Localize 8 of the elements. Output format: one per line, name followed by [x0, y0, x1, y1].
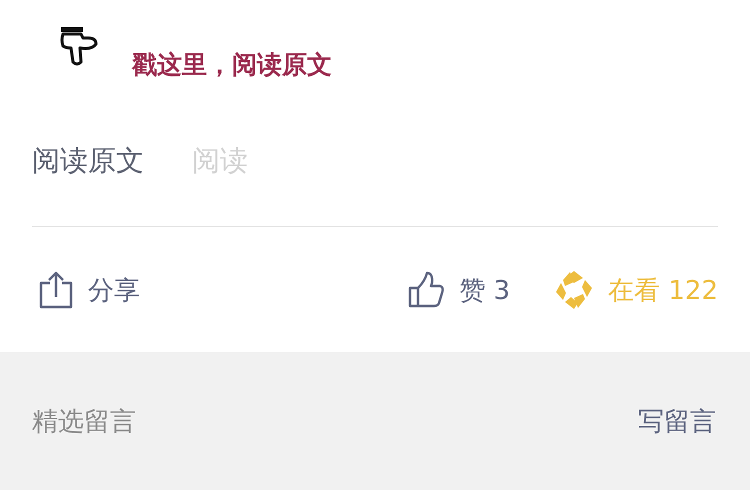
thumbs-up-icon	[407, 271, 446, 309]
read-original-link[interactable]: 阅读原文	[32, 142, 144, 180]
share-icon	[38, 271, 74, 309]
banner-link[interactable]: 戳这里，阅读原文	[132, 48, 332, 81]
like-button[interactable]: 赞 3	[407, 271, 510, 309]
featured-comments-title: 精选留言	[32, 406, 136, 438]
write-comment-link[interactable]: 写留言	[638, 404, 716, 438]
share-button[interactable]: 分享	[38, 271, 140, 309]
